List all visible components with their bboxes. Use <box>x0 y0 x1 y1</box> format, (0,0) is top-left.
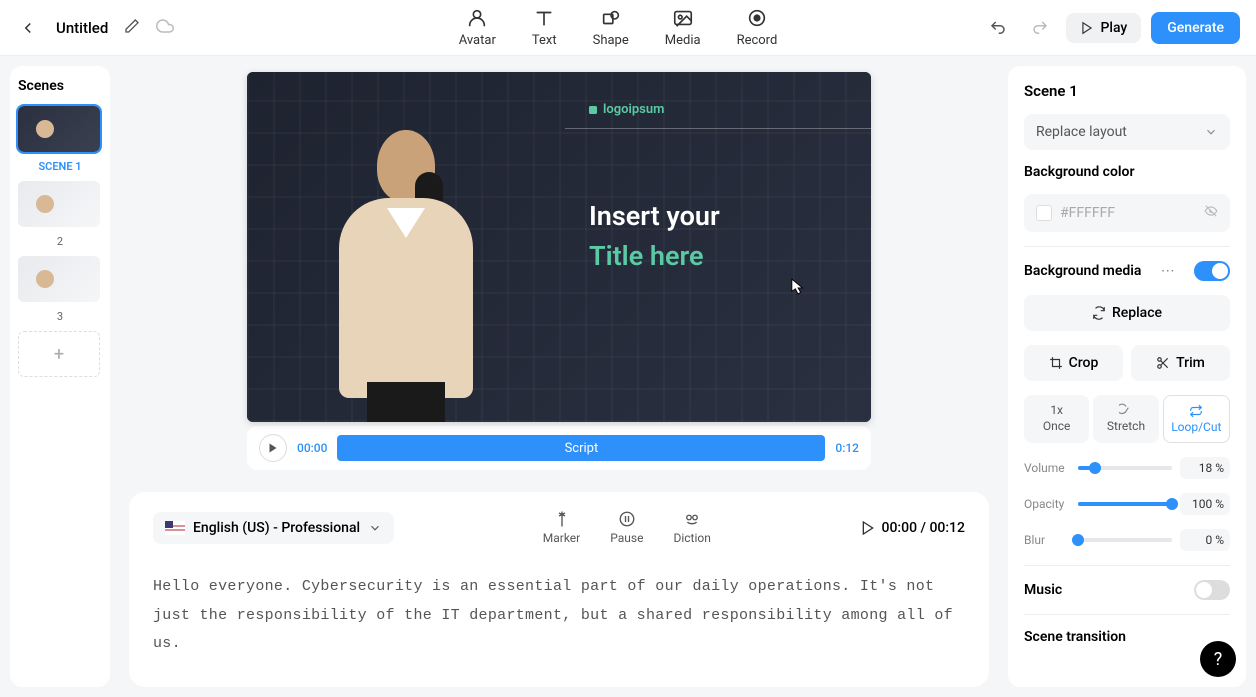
canvas-logo: logoipsum <box>587 102 664 117</box>
voice-label: English (US) - Professional <box>193 520 360 536</box>
script-time-display: 00:00 / 00:12 <box>860 520 965 536</box>
chevron-down-icon <box>368 521 382 535</box>
cloud-sync-icon[interactable] <box>156 17 174 39</box>
tool-text-label: Text <box>532 33 557 48</box>
replace-media-button[interactable]: Replace <box>1024 295 1230 331</box>
script-tool-marker[interactable]: Marker <box>543 510 580 545</box>
timeline-play-button[interactable] <box>259 434 287 462</box>
scene-label-3: 3 <box>18 310 102 323</box>
scissors-icon <box>1156 356 1170 370</box>
generate-label: Generate <box>1167 20 1224 36</box>
play-label: Play <box>1100 20 1127 36</box>
tool-record-label: Record <box>737 33 778 48</box>
canvas-title-line2[interactable]: Title here <box>589 240 704 272</box>
opacity-label: Opacity <box>1024 497 1070 511</box>
scene-thumb-2[interactable] <box>18 181 100 227</box>
blur-value[interactable]: 0 % <box>1180 529 1230 551</box>
center-area: logoipsum Insert your Title here 00:00 S… <box>110 56 1008 697</box>
back-button[interactable] <box>16 16 40 40</box>
scene-transition-label: Scene transition <box>1024 629 1230 645</box>
timeline-script-bar[interactable]: Script <box>337 435 825 461</box>
tool-text[interactable]: Text <box>532 7 557 48</box>
playback-stretch[interactable]: Stretch <box>1093 395 1158 443</box>
scene-label-1: SCENE 1 <box>18 160 102 173</box>
playback-loopcut[interactable]: Loop/Cut <box>1163 395 1230 443</box>
voice-selector[interactable]: English (US) - Professional <box>153 512 394 544</box>
tool-avatar-label: Avatar <box>459 33 496 48</box>
playback-once[interactable]: 1x Once <box>1024 395 1089 443</box>
replace-layout-select[interactable]: Replace layout <box>1024 114 1230 150</box>
volume-slider[interactable] <box>1078 466 1172 470</box>
canvas-divider <box>565 128 871 129</box>
add-scene-button[interactable]: + <box>18 331 100 377</box>
play-outline-icon <box>860 520 876 536</box>
undo-button[interactable] <box>982 12 1014 44</box>
properties-panel: Scene 1 Replace layout Background color … <box>1008 66 1246 687</box>
eye-off-icon[interactable] <box>1204 204 1218 222</box>
opacity-value[interactable]: 100 % <box>1180 493 1230 515</box>
script-tool-diction[interactable]: Diction <box>673 510 710 545</box>
tool-avatar[interactable]: Avatar <box>459 7 496 48</box>
redo-button[interactable] <box>1024 12 1056 44</box>
chevron-down-icon <box>1204 125 1218 139</box>
flag-icon <box>165 521 185 535</box>
canvas-title-line1[interactable]: Insert your <box>589 200 720 232</box>
cursor-icon <box>791 278 805 300</box>
music-toggle[interactable] <box>1194 580 1230 600</box>
play-button[interactable]: Play <box>1066 13 1141 43</box>
refresh-icon <box>1092 306 1106 320</box>
blur-slider[interactable] <box>1078 538 1172 542</box>
preview-canvas[interactable]: logoipsum Insert your Title here <box>247 72 871 422</box>
project-title[interactable]: Untitled <box>56 19 108 37</box>
scene-thumb-3[interactable] <box>18 256 100 302</box>
loop-icon <box>1189 404 1203 418</box>
trim-button[interactable]: Trim <box>1131 345 1230 381</box>
scene-thumb-1[interactable] <box>18 106 100 152</box>
top-bar: Untitled Avatar Text Shape Media Record <box>0 0 1256 56</box>
avatar-figure[interactable] <box>307 112 507 422</box>
bg-color-input[interactable]: #FFFFFF <box>1024 194 1230 232</box>
scene-label-2: 2 <box>18 235 102 248</box>
tool-media[interactable]: Media <box>665 7 701 48</box>
timeline-start-time: 00:00 <box>297 441 327 455</box>
timeline: 00:00 Script 0:12 <box>247 426 871 470</box>
blur-label: Blur <box>1024 533 1070 547</box>
bg-media-more-icon[interactable]: ⋯ <box>1161 263 1175 279</box>
help-button[interactable]: ? <box>1200 641 1236 677</box>
volume-value[interactable]: 18 % <box>1180 457 1230 479</box>
music-label: Music <box>1024 582 1062 598</box>
tool-shape-label: Shape <box>593 33 629 48</box>
bg-color-label: Background color <box>1024 164 1230 180</box>
bg-media-label: Background media <box>1024 263 1141 279</box>
tool-media-label: Media <box>665 33 701 48</box>
script-panel: English (US) - Professional Marker Pause <box>129 492 989 687</box>
timeline-end-time: 0:12 <box>835 441 859 455</box>
tool-shape[interactable]: Shape <box>593 7 629 48</box>
edit-title-icon[interactable] <box>124 18 140 38</box>
opacity-slider[interactable] <box>1078 502 1172 506</box>
scene-name: Scene 1 <box>1024 82 1230 100</box>
volume-label: Volume <box>1024 461 1070 475</box>
bg-media-toggle[interactable] <box>1194 261 1230 281</box>
crop-icon <box>1049 356 1063 370</box>
timeline-script-label: Script <box>565 441 599 456</box>
color-swatch <box>1036 205 1052 221</box>
script-tool-pause[interactable]: Pause <box>610 510 643 545</box>
scenes-panel: Scenes SCENE 1 2 3 + <box>10 66 110 687</box>
tool-record[interactable]: Record <box>737 7 778 48</box>
crop-button[interactable]: Crop <box>1024 345 1123 381</box>
gauge-icon <box>1119 403 1133 417</box>
generate-button[interactable]: Generate <box>1151 12 1240 44</box>
script-textarea[interactable]: Hello everyone. Cybersecurity is an esse… <box>153 573 965 659</box>
scenes-title: Scenes <box>18 78 102 94</box>
